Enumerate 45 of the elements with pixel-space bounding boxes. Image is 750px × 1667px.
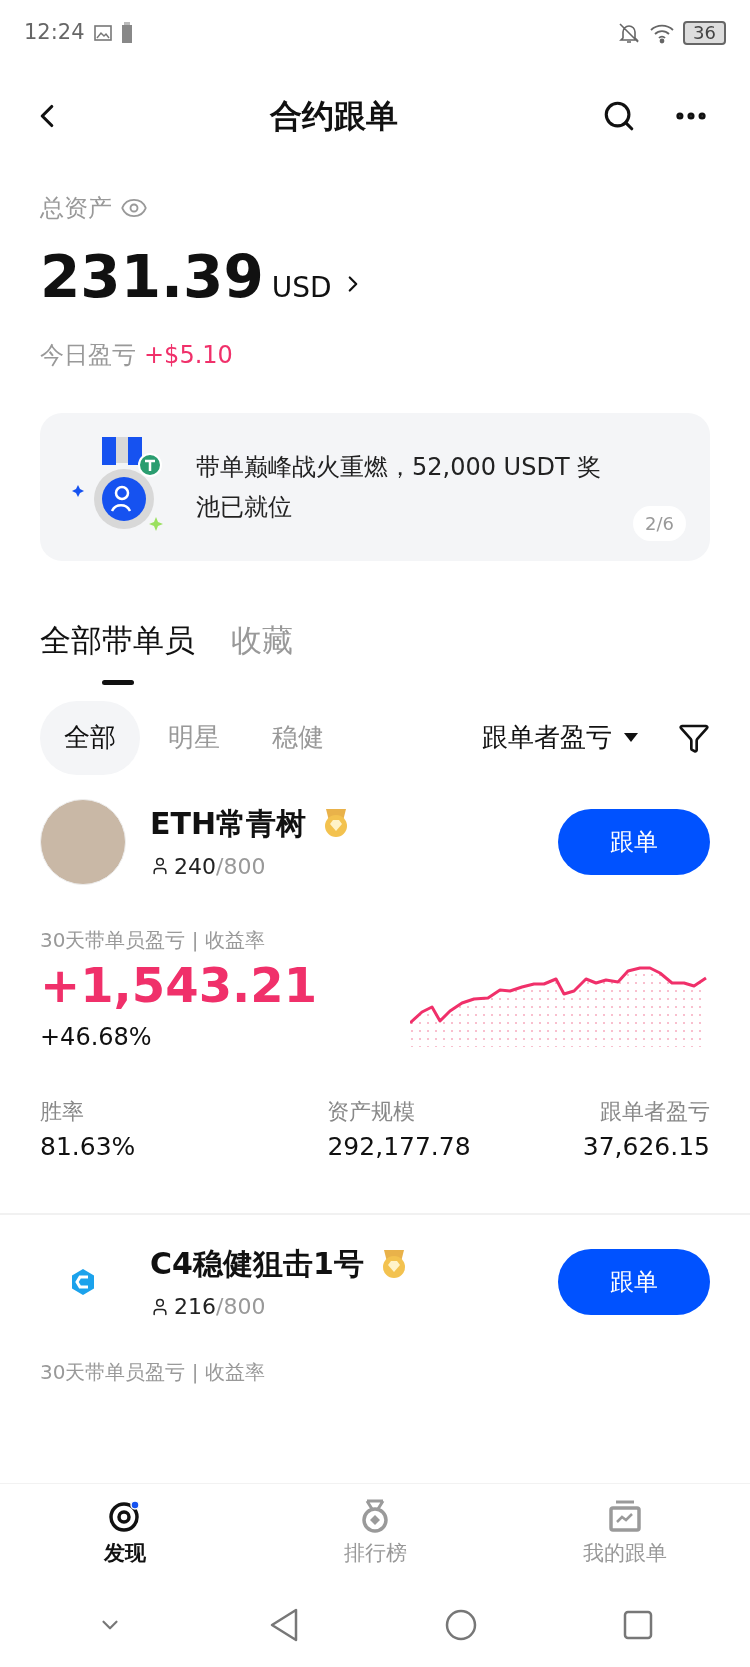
total-assets-amount: 231.39 [40, 242, 264, 313]
pnl-label: 30天带单员盈亏 | 收益率 [40, 926, 266, 954]
person-icon [150, 1296, 170, 1317]
recents-square-icon[interactable] [623, 1610, 653, 1640]
banner-text: 带单巅峰战火重燃，52,000 USDT 奖池已就位 [196, 452, 603, 523]
trader-roi: +46.68% [40, 1021, 153, 1053]
battery-indicator: 36 [683, 21, 726, 45]
stat-label: 资产规模 [327, 1097, 417, 1126]
stat-label: 胜率 [40, 1097, 85, 1126]
back-triangle-icon[interactable] [269, 1608, 299, 1642]
status-time: 12:24 [24, 19, 85, 47]
stat-value: 81.63% [40, 1130, 136, 1163]
wifi-icon [649, 22, 676, 44]
follower-capacity: /800 [216, 1293, 266, 1321]
battery-charging-icon [120, 22, 133, 44]
currency-label[interactable]: USD [271, 267, 332, 309]
follower-count: 240 [174, 852, 216, 881]
caret-icon [624, 732, 638, 743]
page-title: 合约跟单 [268, 96, 399, 137]
copy-trade-button[interactable]: 跟单 [558, 808, 710, 875]
trader-name[interactable]: ETH常青树 [150, 800, 307, 846]
bell-off-icon [617, 21, 642, 45]
stat-value: 292,177.78 [327, 1130, 471, 1163]
stat-label: 跟单者盈亏 [599, 1097, 710, 1126]
follower-count: 216 [174, 1293, 216, 1321]
sort-dropdown[interactable]: 跟单者盈亏 [482, 718, 638, 757]
total-assets-label: 总资产 [40, 193, 112, 224]
today-pnl-value: +$5.10 [144, 340, 233, 371]
trader-name[interactable]: C4稳健狙击1号 [150, 1241, 364, 1286]
copy-trade-button[interactable]: 跟单 [558, 1249, 710, 1315]
image-icon [92, 23, 113, 43]
tab-underline [101, 679, 134, 685]
stat-value: 37,626.15 [582, 1130, 710, 1163]
bottom-nav-tab[interactable]: 发现 [0, 1497, 250, 1570]
follower-capacity: /800 [216, 852, 266, 881]
filter-chip[interactable]: 全部 [40, 700, 140, 775]
person-icon [150, 856, 170, 876]
category-tab[interactable]: 全部带单员 [40, 617, 195, 664]
promo-banner[interactable]: 带单巅峰战火重燃，52,000 USDT 奖池已就位 2/6 [40, 413, 710, 561]
home-circle-icon[interactable] [445, 1609, 477, 1641]
pnl-label: 30天带单员盈亏 | 收益率 [40, 1359, 266, 1386]
search-icon[interactable] [602, 99, 636, 133]
today-pnl-label: 今日盈亏 [40, 340, 136, 371]
banner-page-indicator: 2/6 [633, 506, 686, 541]
trader-pnl: +1,543.21 [40, 955, 318, 1015]
